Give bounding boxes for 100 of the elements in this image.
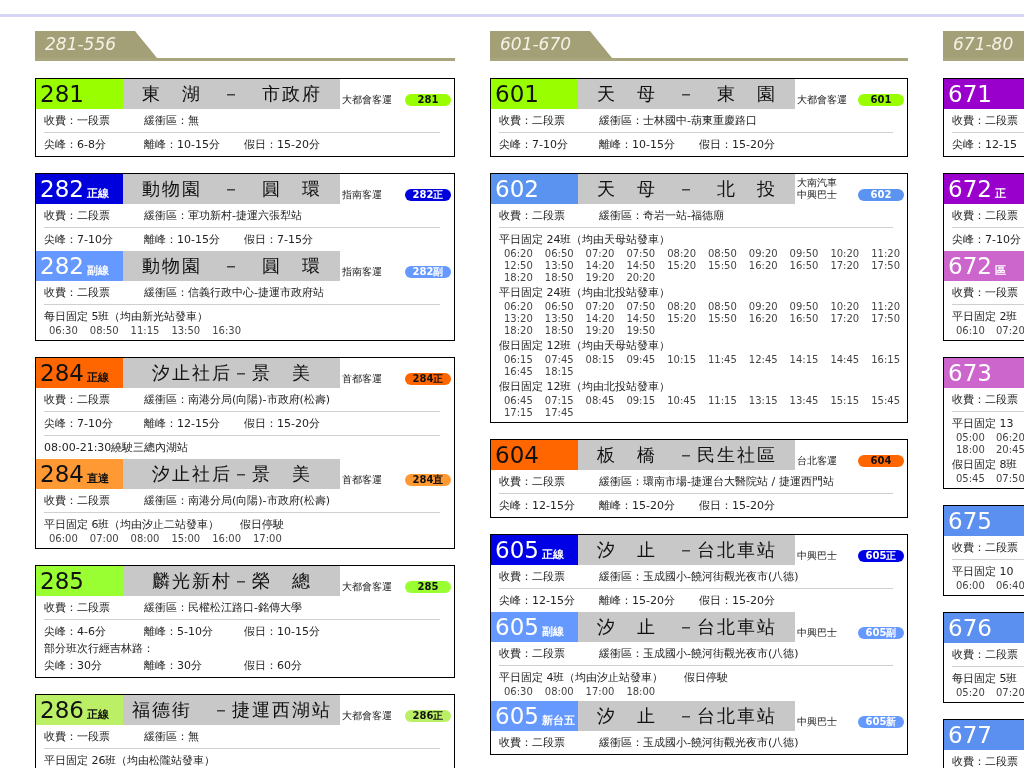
route-number: 281: [40, 80, 84, 109]
route-badge: 284直: [405, 474, 451, 486]
info-text: 緩衝區：玉成國小-饒河街觀光夜市(八德): [599, 646, 799, 662]
departure-time: 10:45: [667, 395, 697, 407]
info-text: 假日：15-20分: [244, 137, 321, 153]
route-number: 677: [948, 721, 992, 750]
departure-time: 08:50: [708, 301, 738, 313]
departure-time: 11:20: [871, 301, 901, 313]
route-number: 605: [495, 702, 539, 731]
info-text: 尖峰：7-10分: [44, 232, 114, 248]
departure-time: 08:50: [89, 325, 120, 337]
route-name: 天 母 － 東 園: [578, 79, 795, 109]
info-text: 緩衝區：環南市場-捷運台大醫院站 / 捷運西門站: [599, 474, 834, 490]
info-text: 假日：15-20分: [699, 498, 776, 514]
info-text: 尖峰：4-6分: [44, 624, 107, 640]
info-text: 收費：二段票: [44, 208, 111, 224]
departure-time: 07:45: [544, 354, 575, 366]
departure-time: 16:50: [789, 313, 820, 325]
route-variant: 正線: [86, 370, 109, 386]
route-variant: 正線: [541, 547, 564, 563]
departure-time: 06:00: [49, 533, 79, 545]
route-variant: 正線: [86, 186, 109, 202]
departure-time: 20:20: [626, 272, 657, 284]
info-text: 每日固定 5班（均由新光站發車）: [44, 309, 209, 325]
route-number: 672: [948, 175, 992, 204]
departure-time: 14:20: [585, 313, 616, 325]
departure-time: 07:20: [996, 325, 1024, 337]
route-badge: 281: [405, 94, 451, 106]
route-variant: 副線: [541, 624, 564, 640]
info-text: 假日：15-20分: [699, 593, 776, 609]
route-variant: 區: [994, 263, 1006, 279]
info-text: 假日：7-15分: [244, 232, 314, 248]
departure-time: 07:20: [996, 687, 1024, 699]
departure-time: 06:20: [504, 301, 534, 313]
info-text: 收費：二段票: [44, 493, 111, 509]
departure-time: 07:20: [585, 301, 616, 313]
route-number: 284: [40, 460, 84, 489]
operator-name: 中興巴士: [797, 716, 837, 728]
route-badge: 602: [858, 189, 904, 201]
info-text: 假日：10-15分: [244, 624, 321, 640]
operator-name: 指南客運: [342, 189, 382, 201]
route-number: 676: [948, 614, 992, 643]
operator-name: 中興巴士: [797, 189, 837, 201]
route-badge: 601: [858, 94, 904, 106]
route-variant: 正線: [86, 707, 109, 723]
departure-time: 17:20: [830, 313, 861, 325]
info-text: 尖峰：30分: [44, 658, 103, 674]
departure-time: 08:00: [130, 533, 161, 545]
departure-time: 07:50: [626, 248, 657, 260]
departure-time: 16:50: [789, 260, 820, 272]
departure-time: 07:50: [626, 301, 657, 313]
departure-time: 05:45: [956, 473, 986, 485]
departure-time: 05:20: [956, 687, 986, 699]
departure-time: 09:45: [626, 354, 657, 366]
route-number: 675: [948, 507, 992, 536]
route-name: 汐 止 －台北車站: [578, 612, 795, 642]
departure-time: 05:00: [956, 432, 986, 444]
route-badge: 605新: [858, 716, 904, 728]
route-name: 東 湖 － 市政府: [123, 79, 340, 109]
departure-time: 15:45: [871, 395, 901, 407]
departure-time: 08:45: [585, 395, 616, 407]
route-number: 604: [495, 441, 539, 470]
route-badge: 284正: [405, 373, 451, 385]
info-text: 離峰：10-15分: [144, 137, 221, 153]
departure-time: 15:00: [171, 533, 202, 545]
departure-time: 19:50: [626, 325, 657, 337]
info-text: 收費：二段票: [499, 208, 566, 224]
departure-time: 06:30: [49, 325, 79, 337]
departure-time: 11:15: [130, 325, 161, 337]
departure-time: 06:20: [504, 248, 534, 260]
info-text: 尖峰：7-10分: [499, 137, 569, 153]
departure-time: 09:15: [626, 395, 657, 407]
departure-time: 07:15: [544, 395, 575, 407]
info-text: 收費：一段票: [44, 113, 111, 129]
info-text: 收費：二段票: [44, 600, 111, 616]
operator-name: 中興巴士: [797, 550, 837, 562]
departure-time: 18:50: [544, 325, 575, 337]
departure-time: 10:20: [830, 301, 861, 313]
departure-time: 07:50: [996, 473, 1024, 485]
route-number: 601: [495, 80, 539, 109]
departure-time: 06:15: [504, 354, 534, 366]
route-number: 282: [40, 175, 84, 204]
operator-name: 中興巴士: [797, 627, 837, 639]
departure-time: 16:20: [748, 313, 779, 325]
info-text: 部分班次行經吉林路：: [44, 641, 154, 657]
route-variant: 正: [994, 186, 1006, 202]
departure-time: 13:20: [504, 313, 534, 325]
info-text: 收費：二段票: [44, 392, 111, 408]
departure-time: 06:00: [956, 580, 986, 592]
departure-time: 17:20: [830, 260, 861, 272]
departure-time: 11:15: [708, 395, 738, 407]
info-text: 尖峰：6-8分: [44, 137, 107, 153]
departure-time: 17:15: [504, 407, 534, 419]
departure-time: 17:50: [871, 313, 901, 325]
departure-time: 15:20: [667, 260, 697, 272]
info-text: 假日：15-20分: [244, 416, 321, 432]
info-text: 緩衝區：民權松江路口-銘傳大學: [144, 600, 302, 616]
info-text: 離峰：15-20分: [599, 498, 676, 514]
info-text: 離峰：30分: [144, 658, 203, 674]
route-variant: 新台五: [541, 713, 575, 729]
